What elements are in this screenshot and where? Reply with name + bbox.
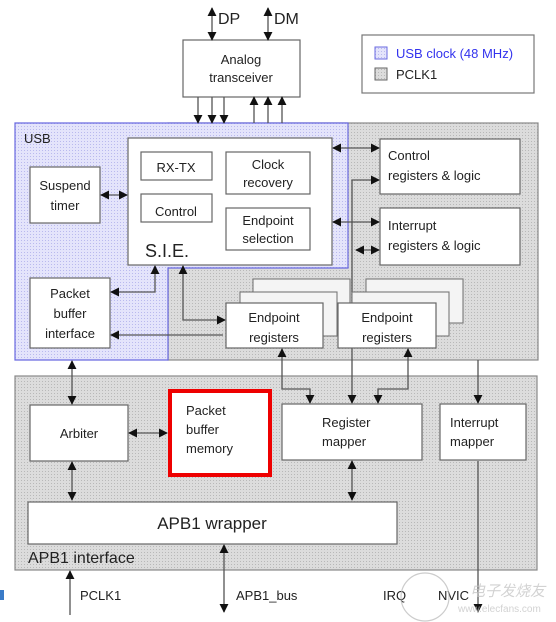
watermark: 电子发烧友 www.elecfans.com [400, 572, 547, 622]
packet-buffer-interface-label-2: buffer [53, 306, 87, 321]
analog-transceiver-block [182, 39, 301, 98]
dp-label: DP [218, 11, 240, 28]
endpoint-selection-label-2: selection [242, 231, 293, 246]
nvic-label: NVIC [438, 588, 469, 603]
suspend-timer-label-2: timer [51, 198, 81, 213]
control-registers-label-2: registers & logic [388, 168, 481, 183]
packet-buffer-interface-label-1: Packet [50, 286, 90, 301]
register-mapper-label-2: mapper [322, 434, 367, 449]
endpoint-selection-label-1: Endpoint [242, 213, 294, 228]
interrupt-registers-label-1: Interrupt [388, 218, 437, 233]
transceiver-tx-arrows [249, 96, 287, 123]
legend-label-pclk1: PCLK1 [396, 67, 437, 82]
endpoint-registers-1-label-1: Endpoint [248, 310, 300, 325]
packet-buffer-memory-label-1: Packet [186, 403, 226, 418]
packet-buffer-memory-label-3: memory [186, 441, 233, 456]
endpoint-registers-2-label-1: Endpoint [361, 310, 413, 325]
analog-transceiver-label-1: Analog [221, 52, 261, 67]
interrupt-mapper-label-2: mapper [450, 434, 495, 449]
watermark-text: 电子发烧友 [470, 583, 547, 600]
suspend-timer-label-1: Suspend [39, 178, 90, 193]
usb-block-diagram: USB clock (48 MHz) PCLK1 USB APB1 interf… [0, 7, 547, 622]
edge-artifact [0, 590, 4, 600]
apb1-bus-label: APB1_bus [236, 588, 298, 603]
legend-swatch-usb-clock [374, 46, 388, 60]
clock-recovery-label-1: Clock [252, 157, 285, 172]
endpoint-registers-2-label-2: registers [362, 330, 412, 345]
interrupt-registers-label-2: registers & logic [388, 238, 481, 253]
analog-transceiver-label-2: transceiver [209, 70, 273, 85]
suspend-timer-block [29, 166, 101, 224]
sie-label: S.I.E. [145, 241, 189, 261]
endpoint-registers-1-label-2: registers [249, 330, 299, 345]
apb1-interface-label: APB1 interface [28, 550, 135, 567]
watermark-url: www.elecfans.com [457, 604, 541, 615]
irq-label: IRQ [383, 588, 406, 603]
register-mapper-label-1: Register [322, 415, 371, 430]
arbiter-label: Arbiter [60, 426, 99, 441]
interrupt-registers-block [379, 207, 521, 266]
legend-label-usb-clock: USB clock (48 MHz) [396, 46, 513, 61]
dm-label: DM [274, 11, 299, 28]
packet-buffer-interface-label-3: interface [45, 326, 95, 341]
interrupt-mapper-block [439, 403, 527, 461]
usb-region-label: USB [24, 131, 51, 146]
legend-swatch-pclk1 [374, 67, 388, 81]
control-registers-label-1: Control [388, 148, 430, 163]
interrupt-mapper-label-1: Interrupt [450, 415, 499, 430]
legend-frame [361, 34, 535, 94]
transceiver-rx-arrows [193, 97, 229, 124]
rx-tx-label: RX-TX [157, 160, 196, 175]
pclk1-label: PCLK1 [80, 588, 121, 603]
clock-recovery-label-2: recovery [243, 175, 293, 190]
apb1-wrapper-label: APB1 wrapper [157, 514, 267, 533]
packet-buffer-memory-label-2: buffer [186, 422, 220, 437]
sie-control-label: Control [155, 204, 197, 219]
register-mapper-block [281, 403, 423, 461]
legend: USB clock (48 MHz) PCLK1 [361, 34, 535, 94]
